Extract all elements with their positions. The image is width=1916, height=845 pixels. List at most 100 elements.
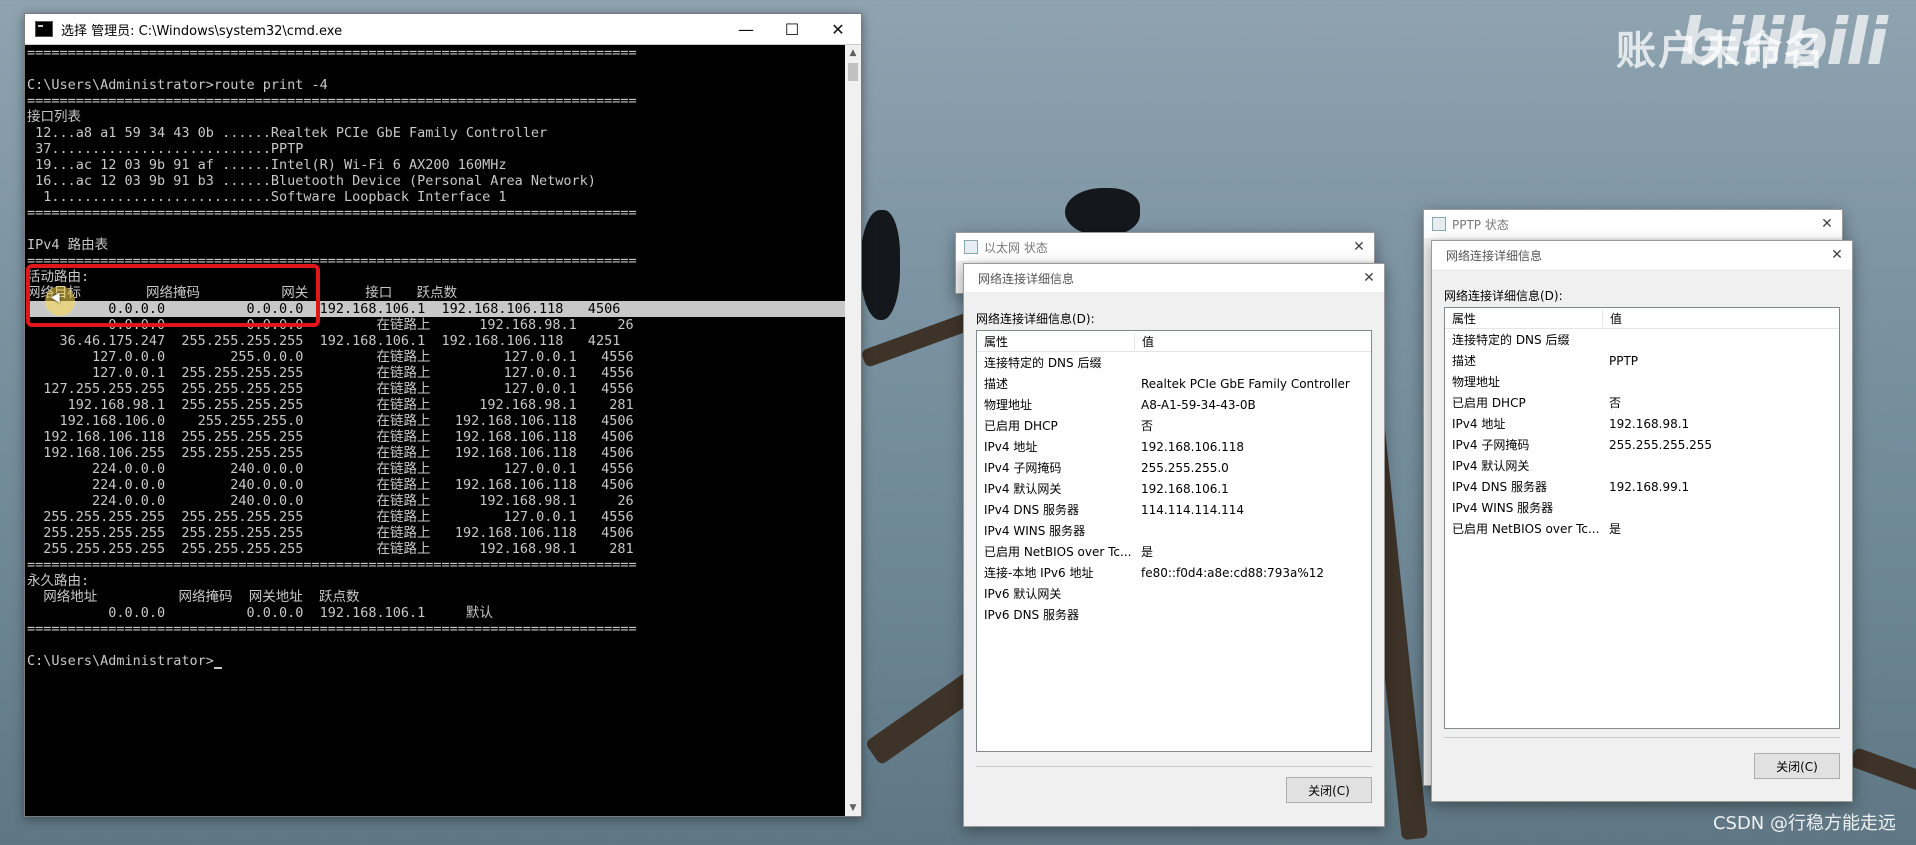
list-item[interactable]: 连接-本地 IPv6 地址 fe80::f0d4:a8e:cd88:793a%12 (977, 562, 1371, 583)
list-item[interactable]: 描述 Realtek PCIe GbE Family Controller (977, 373, 1371, 394)
list-item[interactable]: 已启用 DHCP 否 (1445, 392, 1839, 413)
console-line: IPv4 路由表 (27, 237, 109, 253)
console-line: 12...a8 a1 59 34 43 0b ......Realtek PCI… (27, 125, 548, 141)
scroll-thumb[interactable] (848, 63, 858, 81)
maximize-button[interactable]: ☐ (769, 14, 815, 44)
property-name: 已启用 NetBIOS over Tc... (1452, 522, 1600, 536)
list-item[interactable]: 物理地址 A8-A1-59-34-43-0B (977, 394, 1371, 415)
property-name: IPv4 默认网关 (1452, 459, 1530, 473)
pptp-details-dialog[interactable]: 网络连接详细信息 ✕ 网络连接详细信息(D): 属性 值 连接特定的 DNS 后… (1431, 240, 1853, 802)
ethernet-details-title: 网络连接详细信息 (978, 271, 1075, 286)
property-value: 192.168.99.1 (1609, 479, 1690, 494)
close-icon[interactable]: ✕ (1344, 239, 1374, 255)
property-name: IPv4 DNS 服务器 (984, 503, 1079, 517)
console-line: C:\Users\Administrator> (27, 653, 845, 669)
console-line: ========================================… (27, 45, 637, 61)
list-item[interactable]: IPv4 DNS 服务器 192.168.99.1 (1445, 476, 1839, 497)
column-header-value[interactable]: 值 (1603, 310, 1622, 327)
network-adapter-icon (964, 240, 978, 254)
ethernet-status-title: 以太网 状态 (984, 240, 1048, 255)
crow (1065, 188, 1140, 236)
cmd-title: 选择 管理员: C:\Windows\system32\cmd.exe (61, 23, 343, 39)
property-name: 已启用 DHCP (984, 419, 1058, 433)
console-line: 127.255.255.255 255.255.255.255 在链路上 127… (27, 381, 634, 397)
console-line: 127.0.0.1 255.255.255.255 在链路上 127.0.0.1… (27, 365, 634, 381)
list-item[interactable]: 已启用 NetBIOS over Tc... 是 (977, 541, 1371, 562)
property-name: 连接特定的 DNS 后缀 (984, 356, 1102, 370)
property-value: 192.168.106.118 (1141, 439, 1245, 454)
text-caret (213, 667, 222, 669)
list-item[interactable]: 物理地址 (1445, 371, 1839, 392)
list-item[interactable]: IPv4 地址 192.168.106.118 (977, 436, 1371, 457)
list-item[interactable]: IPv4 WINS 服务器 (977, 520, 1371, 541)
property-name: 物理地址 (1452, 375, 1501, 389)
divider (976, 766, 1372, 767)
console-line: 192.168.106.118 255.255.255.255 在链路上 192… (27, 429, 634, 445)
console-line: 36.46.175.247 255.255.255.255 192.168.10… (27, 333, 621, 349)
scroll-down-icon[interactable]: ▼ (845, 800, 861, 816)
column-header-property[interactable]: 属性 (1445, 309, 1603, 327)
property-name: IPv4 DNS 服务器 (1452, 480, 1547, 494)
console-line: 接口列表 (27, 109, 81, 125)
console-line: 192.168.98.1 255.255.255.255 在链路上 192.16… (27, 397, 634, 413)
list-item[interactable]: 连接特定的 DNS 后缀 (977, 352, 1371, 373)
list-item[interactable]: IPv4 默认网关 192.168.106.1 (977, 478, 1371, 499)
details-list[interactable]: 属性 值 连接特定的 DNS 后缀 描述 Realtek PCIe GbE Fami… (976, 330, 1372, 752)
console-line: C:\Users\Administrator>route print -4 (27, 77, 328, 93)
pptp-status-title: PPTP 状态 (1452, 217, 1509, 232)
list-item[interactable]: IPv4 地址 192.168.98.1 (1445, 413, 1839, 434)
console-line: 255.255.255.255 255.255.255.255 在链路上 192… (27, 525, 634, 541)
property-name: 描述 (984, 377, 1009, 391)
console-line: ========================================… (27, 205, 637, 221)
list-item[interactable]: IPv4 子网掩码 255.255.255.255 (1445, 434, 1839, 455)
list-item[interactable]: IPv4 默认网关 (1445, 455, 1839, 476)
property-name: IPv4 默认网关 (984, 482, 1062, 496)
list-item[interactable]: IPv4 DNS 服务器 114.114.114.114 (977, 499, 1371, 520)
watermark-csdn: CSDN @行稳方能走远 (1712, 813, 1896, 834)
property-value: 是 (1141, 545, 1154, 559)
property-value: 否 (1141, 419, 1154, 433)
close-button[interactable]: ✕ (815, 14, 861, 44)
property-name: IPv6 DNS 服务器 (984, 608, 1079, 622)
list-item[interactable]: IPv6 默认网关 (977, 583, 1371, 604)
console-line: 192.168.106.255 255.255.255.255 在链路上 192… (27, 445, 634, 461)
ethernet-details-dialog[interactable]: 网络连接详细信息 ✕ 网络连接详细信息(D): 属性 值 连接特定的 DNS 后… (963, 263, 1385, 827)
console-line: 0.0.0.0 0.0.0.0 192.168.106.1 默认 (27, 605, 493, 621)
list-item[interactable]: IPv6 DNS 服务器 (977, 604, 1371, 625)
property-name: 已启用 DHCP (1452, 396, 1526, 410)
console-line: 224.0.0.0 240.0.0.0 在链路上 127.0.0.1 4556 (27, 461, 634, 477)
minimize-button[interactable]: — (723, 14, 769, 44)
property-value: 255.255.255.255 (1609, 437, 1713, 452)
close-icon[interactable]: ✕ (1354, 270, 1384, 286)
column-header-value[interactable]: 值 (1135, 333, 1154, 350)
property-value: 114.114.114.114 (1141, 502, 1245, 517)
property-value: 192.168.106.1 (1141, 481, 1229, 496)
console-line: 127.0.0.0 255.0.0.0 在链路上 127.0.0.1 4556 (27, 349, 634, 365)
property-name: 连接-本地 IPv6 地址 (984, 566, 1094, 580)
details-list[interactable]: 属性 值 连接特定的 DNS 后缀 描述 PPTP 物理地址 已启用 DHCP 否 IPv4… (1444, 307, 1840, 729)
divider (1444, 737, 1840, 738)
close-icon[interactable]: ✕ (1812, 216, 1842, 232)
close-button[interactable]: 关闭(C) (1286, 777, 1372, 803)
cmd-scrollbar[interactable]: ▲ ▼ (845, 45, 861, 816)
list-item[interactable]: 连接特定的 DNS 后缀 (1445, 329, 1839, 350)
cmd-titlebar[interactable]: 选择 管理员: C:\Windows\system32\cmd.exe — ☐ … (25, 14, 861, 45)
property-value: 是 (1609, 522, 1622, 536)
property-name: IPv6 默认网关 (984, 587, 1062, 601)
list-item[interactable]: IPv4 子网掩码 255.255.255.0 (977, 457, 1371, 478)
network-adapter-icon (1432, 217, 1446, 231)
property-name: IPv4 子网掩码 (984, 461, 1062, 475)
branch (1848, 746, 1916, 794)
cmd-output[interactable]: ========================================… (25, 45, 845, 816)
column-header-property[interactable]: 属性 (977, 332, 1135, 350)
list-item[interactable]: 已启用 DHCP 否 (977, 415, 1371, 436)
cmd-window[interactable]: 选择 管理员: C:\Windows\system32\cmd.exe — ☐ … (24, 13, 862, 817)
scroll-up-icon[interactable]: ▲ (845, 45, 861, 61)
list-item[interactable]: 描述 PPTP (1445, 350, 1839, 371)
close-button[interactable]: 关闭(C) (1754, 753, 1840, 779)
list-item[interactable]: IPv4 WINS 服务器 (1445, 497, 1839, 518)
close-icon[interactable]: ✕ (1822, 247, 1852, 263)
list-item[interactable]: 已启用 NetBIOS over Tc... 是 (1445, 518, 1839, 539)
property-value: Realtek PCIe GbE Family Controller (1141, 376, 1350, 391)
